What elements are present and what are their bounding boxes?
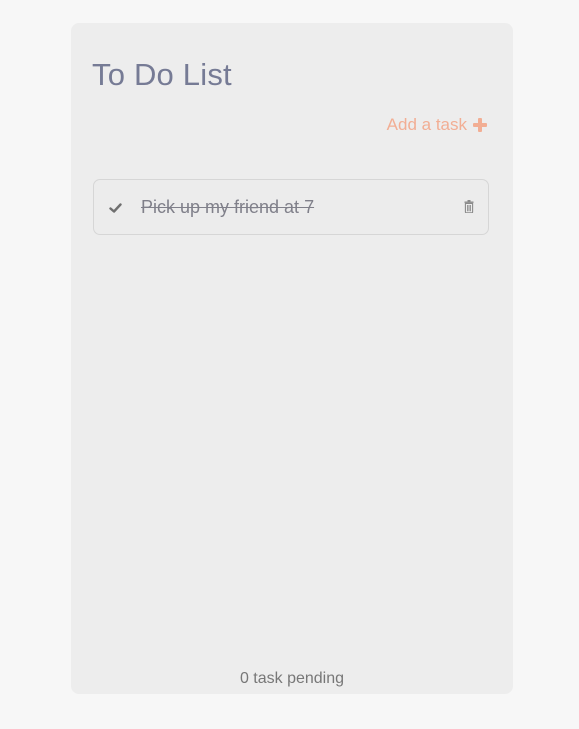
check-icon[interactable]	[109, 202, 122, 214]
plus-icon	[473, 118, 487, 132]
trash-icon[interactable]	[464, 200, 474, 213]
add-task-button[interactable]: Add a task	[387, 113, 487, 137]
add-task-label: Add a task	[386, 115, 467, 134]
task-item: Pick up my friend at 7	[93, 179, 489, 235]
todo-card: To Do List Add a task Pick up my friend …	[71, 23, 513, 694]
pending-count: 0 task pending	[239, 670, 345, 687]
page-title: To Do List	[92, 57, 232, 92]
task-text: Pick up my friend at 7	[141, 197, 315, 217]
